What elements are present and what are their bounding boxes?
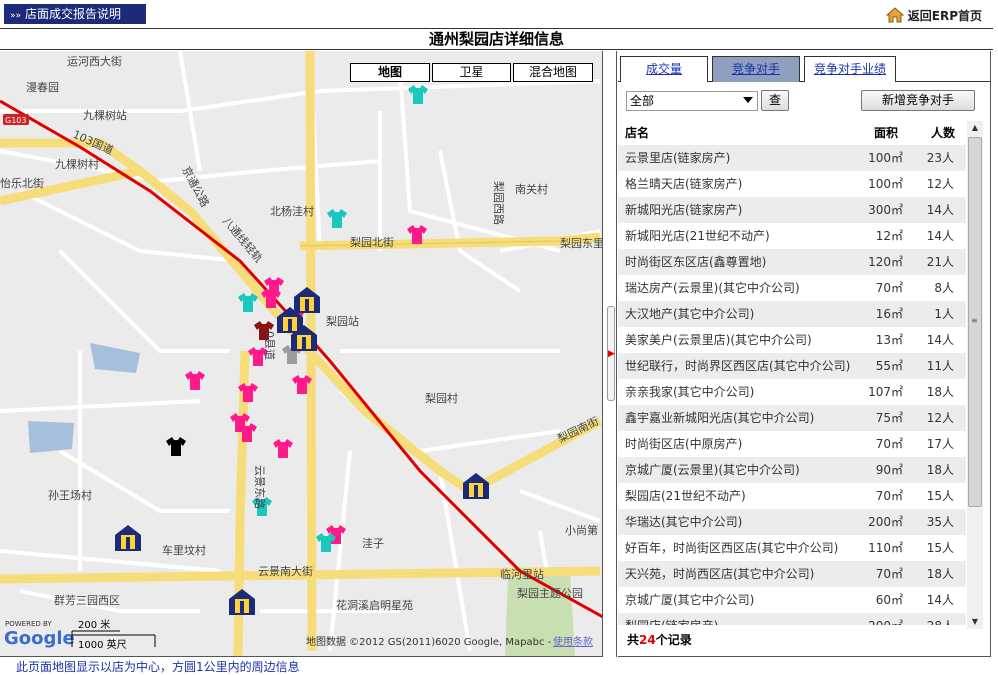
tab-transactions[interactable]: 成交量 [620,56,708,82]
table-row[interactable]: 梨园店(链家房产)200㎡28人 [618,613,966,625]
label-huadong: 花洞溪启明星苑 [336,599,413,612]
map-canvas[interactable]: 运河西大街 漫春园 九棵树站 103国道 九棵树村 怡乐北街 京通公路 八通线轻… [0,51,603,657]
label-nanguan: 南关村 [515,182,548,196]
label-liyuan-dongli: 梨园东里北区 [560,236,603,250]
google-logo: Google [4,628,75,649]
header-name: 店名 [625,126,650,140]
scroll-up-icon[interactable]: ▲ [967,121,983,135]
table-row[interactable]: 梨园店(21世纪不动产) 70㎡ 15人 [618,483,966,509]
svg-text:1000 英尺: 1000 英尺 [78,638,127,651]
map-type-hybrid-button[interactable]: 混合地图 [513,63,593,82]
label-yunjing-nan: 云景南大街 [258,564,313,578]
competitor-list: 云景里店(链家房产) 100㎡ 23人 格兰晴天店(链家房产) 100㎡ 12人 新城阳… [618,145,966,625]
return-erp-link[interactable]: 返回ERP首页 [885,5,982,25]
tab-bar: 成交量 竞争对手 竞争对手业绩 [618,56,991,82]
label-xiaoshang: 小尚第 [565,523,598,537]
filter-selected-value: 全部 [630,94,655,108]
label-lane: 0县道 [263,331,277,360]
map-terms-link[interactable]: 使用条款 [553,635,593,648]
svg-text:G103: G103 [5,116,26,125]
competitor-filter-select[interactable]: 全部 [626,91,758,111]
label-liyuan-village: 梨园村 [425,391,458,405]
header-area: 面积 [873,126,898,140]
label-yunhe: 运河西大街 [67,54,122,68]
table-row[interactable]: 格兰晴天店(链家房产) 100㎡ 12人 [618,171,966,197]
table-row[interactable]: 亲亲我家(其它中介公司) 107㎡ 18人 [618,379,966,405]
label-yibei: 怡乐北街 [0,176,44,190]
table-row[interactable]: 好百年，时尚街区西区店(其它中介公司) 110㎡ 15人 [618,535,966,561]
map-type-map-button[interactable]: 地图 [350,63,430,82]
map-panel[interactable]: 运河西大街 漫春园 九棵树站 103国道 九棵树村 怡乐北街 京通公路 八通线轻… [0,51,603,657]
record-total: 共24个记录 [627,633,692,647]
label-beiyang: 北杨洼村 [270,204,314,218]
scroll-down-icon[interactable]: ▼ [967,615,983,629]
table-row[interactable]: 时尚街区东区店(鑫尊置地) 120㎡ 21人 [618,249,966,275]
table-row[interactable]: 京城广厦(云景里)(其它中介公司) 90㎡ 18人 [618,457,966,483]
list-scrollbar[interactable]: ▲ ≡ ▼ [967,121,983,629]
collapse-panel-handle[interactable]: ▶ [607,306,615,401]
label-liyuan-station: 梨园站 [326,314,359,328]
report-explanation-label: 店面成交报告说明 [25,7,122,21]
label-cheli: 车里坟村 [162,543,206,557]
header-count: 人数 [930,126,955,140]
label-manchun: 漫春园 [26,80,59,94]
table-row[interactable]: 京城广厦(其它中介公司) 60㎡ 14人 [618,587,966,613]
label-jiukeshu-village: 九棵树村 [55,157,99,171]
label-yunjing-dong: 云景东路 [253,465,266,509]
table-row[interactable]: 瑞达房产(云景里)(其它中介公司) 70㎡ 8人 [618,275,966,301]
pond-south [28,421,74,453]
map-type-satellite-button[interactable]: 卫星 [432,63,511,82]
map-copyright: 地图数据 ©2012 GS(2011)6020 Google, Mapabc - [306,635,552,648]
label-qunfang: 群芳三园西区 [54,593,120,607]
competitor-panel: 成交量 竞争对手 竞争对手业绩 全部 查 新增竞争对手 店名 面积 人数 云景里… [618,51,991,657]
table-row[interactable]: 新城阳光店(链家房产) 300㎡ 14人 [618,197,966,223]
page-title: 通州梨园店详细信息 [0,28,993,50]
scrollbar-thumb[interactable]: ≡ [968,137,982,507]
collapse-arrow-icon: ▶ [608,349,615,359]
label-linheli-station: 临河里站 [500,567,544,581]
table-row[interactable]: 时尚街区店(中原房产) 70㎡ 17人 [618,431,966,457]
footer-note: 此页面地图显示以店为中心，方圆1公里内的周边信息 [16,660,300,674]
table-row[interactable]: 美家美户(云景里店)(其它中介公司) 13㎡ 14人 [618,327,966,353]
label-sunwang: 孙王场村 [48,488,92,502]
g103-shield: G103 [3,114,29,125]
table-row[interactable]: 鑫宇嘉业新城阳光店(其它中介公司) 75㎡ 12人 [618,405,966,431]
double-arrow-icon: »» [10,11,22,21]
table-row[interactable]: 新城阳光店(21世纪不动产) 12㎡ 14人 [618,223,966,249]
svg-text:200 米: 200 米 [78,618,110,631]
chevron-down-icon [743,97,753,103]
powered-by-label: POWERED BY [5,620,52,628]
tab-competitors[interactable]: 竞争对手 [712,56,800,82]
label-park: 梨园主题公园 [517,586,583,600]
label-wazi: 洼子 [362,536,384,550]
table-row[interactable]: 天兴苑，时尚西区店(其它中介公司) 70㎡ 18人 [618,561,966,587]
label-liyuanbei: 梨园北街 [350,235,394,249]
add-competitor-button[interactable]: 新增竞争对手 [861,90,975,111]
tab-competitor-performance[interactable]: 竞争对手业绩 [804,56,896,82]
table-row[interactable]: 大汉地产(其它中介公司) 16㎡ 1人 [618,301,966,327]
label-jiukeshu-station: 九棵树站 [83,108,127,122]
list-header: 店名 面积 人数 [618,118,966,146]
label-liyuan-xilu: 梨园西路 [492,181,506,225]
panel-divider: ▶ [603,51,617,657]
grip-icon: ≡ [971,316,978,325]
return-erp-label: 返回ERP首页 [907,8,982,23]
search-button[interactable]: 查 [761,90,789,111]
table-row[interactable]: 华瑞达(其它中介公司) 200㎡ 35人 [618,509,966,535]
report-explanation-button[interactable]: »» 店面成交报告说明 [4,4,146,24]
table-row[interactable]: 云景里店(链家房产) 100㎡ 23人 [618,145,966,171]
home-icon [885,7,904,23]
table-row[interactable]: 世纪联行，时尚界区西区店(其它中介公司) 55㎡ 11人 [618,353,966,379]
